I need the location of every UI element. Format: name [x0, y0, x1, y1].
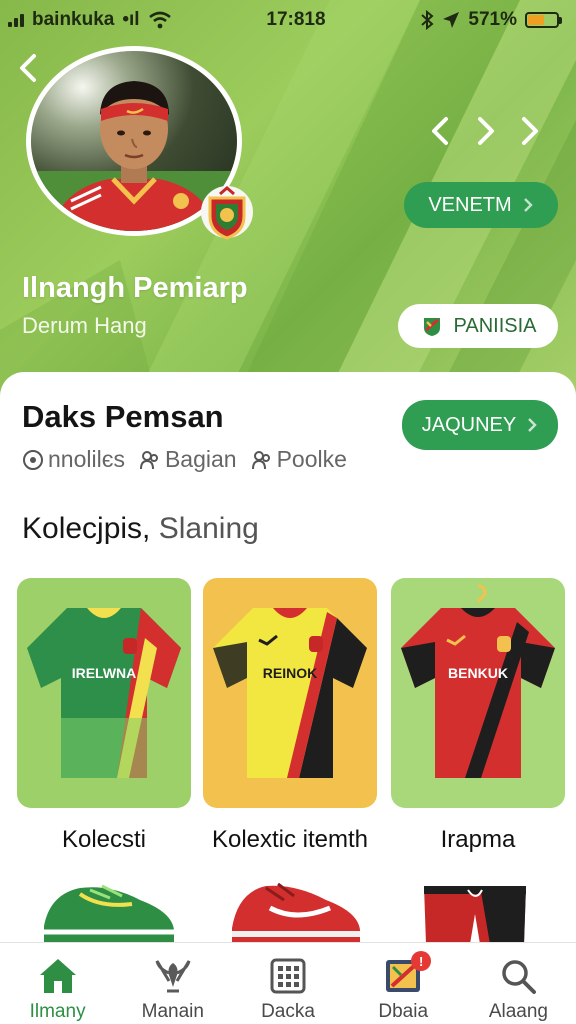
player-subtitle: Derum Hang — [22, 313, 147, 338]
status-bar: bainkuka •ıl 17:818 571% — [0, 0, 576, 40]
green-shoes-image[interactable] — [40, 874, 180, 944]
meta-item: Poolke — [251, 446, 347, 473]
bluetooth-icon — [421, 10, 434, 30]
product-card[interactable]: BENKUK — [391, 578, 565, 808]
shop-icon-wrapper: ! — [383, 951, 432, 995]
network-indicator: •ıl — [122, 9, 140, 30]
meta-label: nnolilєs — [48, 446, 125, 472]
venetm-label: VENETM — [428, 193, 512, 216]
notification-badge: ! — [411, 951, 432, 971]
chevron-right-icon[interactable] — [518, 114, 542, 148]
collection-title: Kolecjpis, Slaning — [22, 512, 259, 546]
jersey-image: REINOK — [213, 608, 367, 778]
product-card[interactable]: IRELWNA — [17, 578, 191, 808]
red-shoes-image[interactable] — [226, 874, 366, 944]
team-flag-icon — [423, 318, 440, 336]
content-card: Daks Pemsan JAQUNEY nnolilєs Bagian Pool… — [0, 372, 576, 972]
jersey-text: IRELWNA — [72, 665, 137, 681]
nav-label: Dbaia — [378, 1001, 429, 1022]
panisia-label: PANIISIA — [453, 314, 537, 337]
chevron-left-icon[interactable] — [428, 114, 452, 148]
location-icon — [443, 12, 460, 28]
nav-label: Ilmany — [29, 1001, 86, 1022]
jaquney-button[interactable]: JAQUNEY — [402, 400, 558, 450]
shorts-image[interactable] — [420, 874, 530, 944]
wifi-icon — [148, 11, 171, 29]
radio-dot-icon — [23, 449, 43, 470]
jersey-image: BENKUK — [401, 584, 555, 778]
venetm-button[interactable]: VENETM — [404, 182, 558, 228]
profile-header: bainkuka •ıl 17:818 571% Ilnangh Pemiarp… — [0, 0, 576, 410]
nav-label: Alaang — [488, 1001, 548, 1022]
collection-title-main: Kolecjpis, — [22, 512, 151, 545]
nav-alaang[interactable]: Alaang — [461, 943, 576, 1024]
battery-percent: 571% — [468, 9, 517, 30]
section-meta: nnolilєs Bagian Poolke — [22, 446, 347, 473]
people-icon — [251, 450, 270, 469]
back-chevron-icon[interactable] — [14, 50, 42, 86]
jersey-text: REINOK — [263, 665, 317, 681]
product-label: Irapma — [440, 826, 516, 853]
meta-label: Bagian — [164, 446, 237, 472]
signal-icon — [8, 13, 24, 27]
people-icon — [139, 450, 158, 469]
meta-label: Poolke — [276, 446, 347, 472]
nav-home[interactable]: Ilmany — [0, 943, 115, 1024]
search-icon — [502, 960, 537, 994]
jersey-text: BENKUK — [448, 665, 508, 681]
panisia-button[interactable]: PANIISIA — [398, 304, 558, 348]
meta-item: nnolilєs — [22, 446, 125, 473]
nav-manain[interactable]: Manain — [115, 943, 230, 1024]
eagle-icon — [155, 960, 191, 993]
product-label: Kolecsti — [61, 826, 147, 853]
player-name: Ilnangh Pemiarp — [22, 272, 248, 304]
chevron-right-icon[interactable] — [474, 114, 498, 148]
nav-dbaia[interactable]: ! Dbaia — [346, 943, 461, 1024]
bottom-navigation: Ilmany Manain Dacka ! Dbaia Alaang — [0, 942, 576, 1024]
carrier-name: bainkuka — [32, 9, 115, 30]
battery-icon — [525, 12, 562, 28]
product-card[interactable]: REINOK — [203, 578, 377, 808]
meta-item: Bagian — [139, 446, 237, 473]
nav-label: Manain — [141, 1001, 204, 1022]
clock: 17:818 — [266, 9, 326, 30]
jaquney-label: JAQUNEY — [421, 413, 517, 436]
collection-title-light: Slaning — [158, 512, 259, 545]
chevron-right-icon — [528, 418, 537, 432]
chevron-right-icon — [523, 198, 533, 212]
grid-icon — [270, 958, 306, 994]
nav-dacka[interactable]: Dacka — [230, 943, 345, 1024]
team-crest-icon — [201, 186, 253, 240]
product-label: Kolextic itemth — [211, 826, 369, 853]
section-title: Daks Pemsan — [22, 399, 224, 434]
nav-label: Dacka — [261, 1001, 315, 1022]
home-icon — [39, 959, 76, 993]
jersey-image: IRELWNA — [27, 608, 181, 778]
